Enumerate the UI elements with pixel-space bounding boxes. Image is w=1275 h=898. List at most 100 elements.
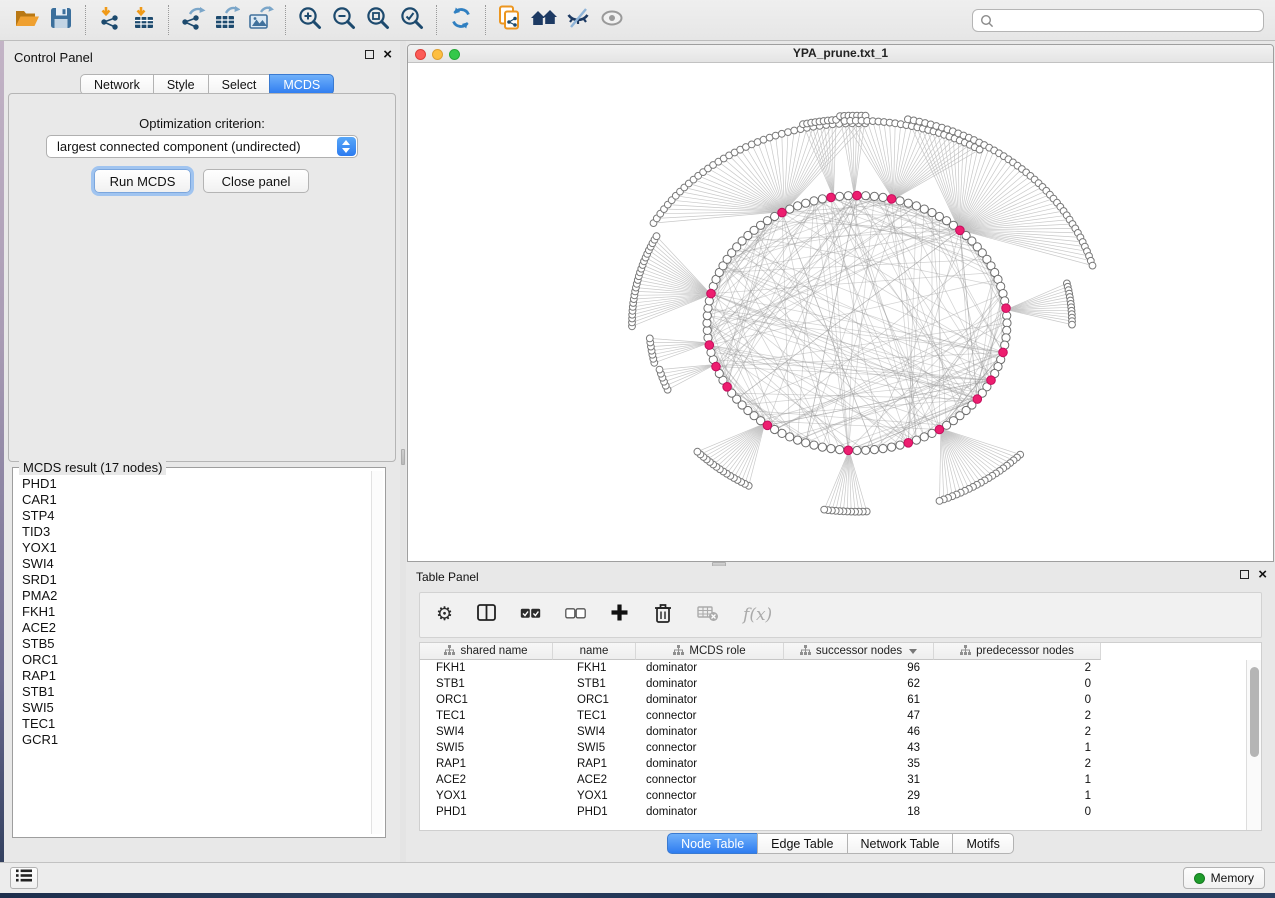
mcds-result-item[interactable]: PHD1 — [15, 476, 369, 492]
tab-select[interactable]: Select — [208, 74, 271, 95]
split-columns-button[interactable] — [477, 600, 496, 630]
table-scrollbar-thumb[interactable] — [1250, 667, 1259, 757]
hide-selected-button[interactable] — [561, 5, 595, 35]
tab-mcds[interactable]: MCDS — [269, 74, 334, 95]
network-canvas[interactable] — [408, 64, 1273, 561]
table-row[interactable]: FKH1FKH1dominator962 — [420, 660, 1246, 676]
criterion-dropdown[interactable]: largest connected component (undirected) — [46, 135, 358, 158]
import-table-button[interactable] — [127, 5, 161, 35]
search-icon — [980, 14, 994, 28]
network-window-titlebar[interactable]: YPA_prune.txt_1 — [408, 45, 1273, 63]
memory-button[interactable]: Memory — [1183, 867, 1265, 889]
delete-column-button[interactable] — [653, 600, 673, 630]
show-panels-list-button[interactable] — [10, 867, 38, 889]
show-all-eye-icon — [599, 6, 625, 35]
table-row[interactable]: PHD1PHD1dominator180 — [420, 804, 1246, 820]
close-panel-icon[interactable]: × — [1258, 570, 1267, 579]
show-all-button[interactable] — [595, 5, 629, 35]
column-header-successor-nodes[interactable]: successor nodes — [784, 643, 934, 660]
select-all-columns-button[interactable] — [520, 600, 541, 630]
network-graph[interactable] — [408, 64, 1273, 561]
table-row[interactable]: TEC1TEC1connector472 — [420, 708, 1246, 724]
mcds-result-title: MCDS result (17 nodes) — [19, 460, 166, 475]
float-panel-icon[interactable] — [1240, 570, 1249, 579]
table-scrollbar[interactable] — [1246, 660, 1261, 830]
splitter-grip[interactable] — [401, 449, 405, 465]
main-toolbar — [0, 0, 1275, 41]
close-panel-icon[interactable]: × — [383, 50, 392, 59]
mcds-result-item[interactable]: FKH1 — [15, 604, 369, 620]
zoom-in-button[interactable] — [293, 5, 327, 35]
mcds-result-item[interactable]: CAR1 — [15, 492, 369, 508]
zoom-selected-button[interactable] — [395, 5, 429, 35]
column-header-MCDS-role[interactable]: MCDS role — [636, 643, 784, 660]
column-header-predecessor-nodes[interactable]: predecessor nodes — [934, 643, 1101, 660]
deselect-all-columns-button[interactable] — [565, 600, 586, 630]
mcds-result-item[interactable]: PMA2 — [15, 588, 369, 604]
table-row[interactable]: STB1STB1dominator620 — [420, 676, 1246, 692]
first-neighbors-button[interactable] — [527, 5, 561, 35]
zoom-selected-icon — [400, 6, 424, 35]
mcds-list-scrollbar[interactable] — [371, 471, 383, 834]
mcds-result-item[interactable]: ORC1 — [15, 652, 369, 668]
tab-motifs[interactable]: Motifs — [952, 833, 1013, 854]
close-panel-button[interactable]: Close panel — [203, 169, 309, 193]
run-mcds-button[interactable]: Run MCDS — [94, 169, 191, 193]
control-panel-tabs: NetworkStyleSelectMCDS — [80, 74, 334, 95]
table-cell: ACE2 — [553, 772, 636, 788]
import-network-button[interactable] — [93, 5, 127, 35]
mcds-result-item[interactable]: YOX1 — [15, 540, 369, 556]
float-panel-icon[interactable] — [365, 50, 374, 59]
zoom-out-button[interactable] — [327, 5, 361, 35]
new-network-from-selection-button[interactable] — [493, 5, 527, 35]
table-row[interactable]: SWI5SWI5connector431 — [420, 740, 1246, 756]
table-cell: dominator — [636, 660, 784, 676]
table-cell: YOX1 — [420, 788, 553, 804]
export-image-button[interactable] — [244, 5, 278, 35]
network-window-title: YPA_prune.txt_1 — [408, 46, 1273, 60]
export-table-button[interactable] — [210, 5, 244, 35]
memory-label: Memory — [1211, 871, 1254, 885]
control-panel-title: Control Panel — [14, 50, 93, 65]
table-type-tabs: Node TableEdge TableNetwork TableMotifs — [667, 833, 1014, 854]
mcds-result-item[interactable]: GCR1 — [15, 732, 369, 748]
table-row[interactable]: RAP1RAP1dominator352 — [420, 756, 1246, 772]
table-row[interactable]: ACE2ACE2connector311 — [420, 772, 1246, 788]
mcds-result-item[interactable]: SWI5 — [15, 700, 369, 716]
tab-node-table[interactable]: Node Table — [667, 833, 758, 854]
mcds-result-item[interactable]: STB1 — [15, 684, 369, 700]
column-header-shared-name[interactable]: shared name — [420, 643, 553, 660]
table-row[interactable]: SWI4SWI4dominator462 — [420, 724, 1246, 740]
table-settings-button[interactable]: ⚙ — [436, 600, 453, 630]
add-column-button[interactable] — [610, 600, 629, 630]
mcds-result-item[interactable]: STB5 — [15, 636, 369, 652]
tab-network-table[interactable]: Network Table — [847, 833, 954, 854]
mcds-result-item[interactable]: TID3 — [15, 524, 369, 540]
table-row[interactable]: YOX1YOX1connector291 — [420, 788, 1246, 804]
table-cell: PHD1 — [420, 804, 553, 820]
sort-desc-icon[interactable] — [909, 649, 917, 654]
mcds-result-item[interactable]: TEC1 — [15, 716, 369, 732]
zoom-fit-button[interactable] — [361, 5, 395, 35]
column-header-name[interactable]: name — [553, 643, 636, 660]
table-row[interactable]: ORC1ORC1dominator610 — [420, 692, 1246, 708]
criterion-selected-value: largest connected component (undirected) — [57, 139, 301, 154]
refresh-view-button[interactable] — [444, 5, 478, 35]
function-builder-button[interactable]: f(x) — [743, 600, 772, 630]
save-session-button[interactable] — [44, 5, 78, 35]
mcds-result-item[interactable]: ACE2 — [15, 620, 369, 636]
tab-edge-table[interactable]: Edge Table — [757, 833, 847, 854]
delete-table-icon — [697, 604, 719, 627]
table-cell: SWI4 — [553, 724, 636, 740]
search-input[interactable] — [999, 11, 1257, 30]
mcds-result-item[interactable]: SRD1 — [15, 572, 369, 588]
open-file-button[interactable] — [10, 5, 44, 35]
mcds-result-item[interactable]: RAP1 — [15, 668, 369, 684]
mcds-result-item[interactable]: SWI4 — [15, 556, 369, 572]
mcds-result-item[interactable]: STP4 — [15, 508, 369, 524]
delete-table-button[interactable] — [697, 600, 719, 630]
tab-network[interactable]: Network — [80, 74, 154, 95]
search-field[interactable] — [972, 9, 1264, 32]
export-network-button[interactable] — [176, 5, 210, 35]
tab-style[interactable]: Style — [153, 74, 209, 95]
